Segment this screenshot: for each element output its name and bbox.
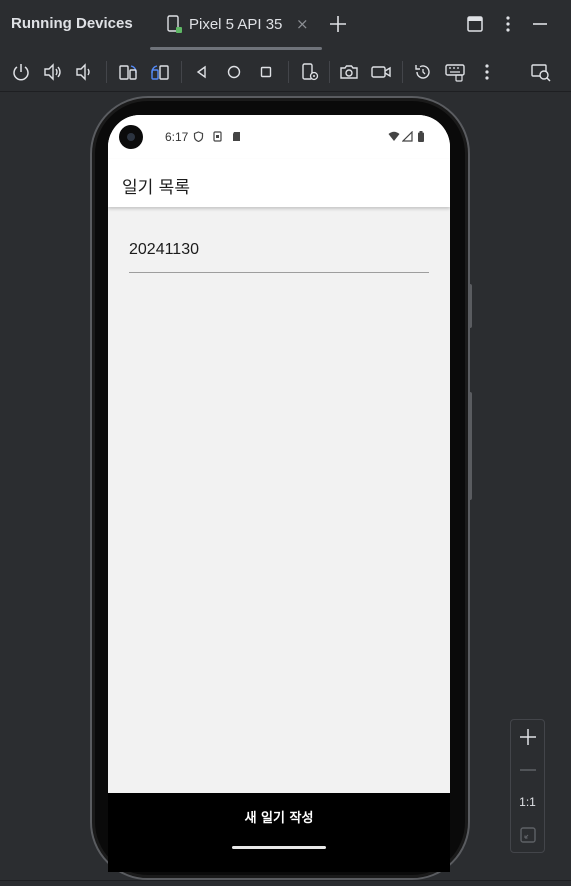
toolbar-separator <box>181 61 182 83</box>
tab-label: Pixel 5 API 35 <box>189 16 283 33</box>
add-icon[interactable] <box>328 14 348 34</box>
layout-inspector-icon[interactable] <box>530 61 552 83</box>
bottom-divider <box>0 880 571 881</box>
toolbar-separator <box>288 61 289 83</box>
power-icon[interactable] <box>10 61 32 83</box>
rotate-right-icon[interactable] <box>149 61 171 83</box>
bottom-bar: 새 일기 작성 <box>108 793 450 872</box>
list-item[interactable]: 20241130 <box>129 233 429 273</box>
diary-entry-date: 20241130 <box>129 241 199 258</box>
screen-record-icon[interactable] <box>370 61 392 83</box>
close-icon[interactable]: × <box>296 15 309 33</box>
status-bar: 6:17 <box>108 115 450 159</box>
title-bar: Running Devices Pixel 5 API 35 × <box>0 0 571 50</box>
screenshot-icon[interactable] <box>338 61 360 83</box>
page-title: 일기 목록 <box>122 178 190 198</box>
zoom-controls: 1:1 <box>510 719 545 853</box>
tool-window-title: Running Devices <box>11 15 133 32</box>
more-icon[interactable] <box>476 61 498 83</box>
fit-icon[interactable] <box>517 824 539 846</box>
zoom-out-icon[interactable] <box>517 759 539 781</box>
rotate-left-icon[interactable] <box>117 61 139 83</box>
layout-icon[interactable] <box>465 14 485 34</box>
minimize-icon[interactable] <box>530 14 550 34</box>
device-screen[interactable]: 6:17 일기 목록 20241130 새 일기 작성 <box>108 115 450 872</box>
device-power-button <box>468 284 472 328</box>
back-icon[interactable] <box>191 61 213 83</box>
reset-icon[interactable] <box>412 61 434 83</box>
overview-icon[interactable] <box>255 61 277 83</box>
volume-up-icon[interactable] <box>42 61 64 83</box>
toolbar-separator <box>329 61 330 83</box>
device-volume-button <box>468 392 472 500</box>
wifi-icon <box>388 131 400 141</box>
toolbar-separator <box>106 61 107 83</box>
tab-selected-indicator <box>150 47 322 50</box>
gesture-handle[interactable] <box>232 846 326 849</box>
home-icon[interactable] <box>223 61 245 83</box>
volume-down-icon[interactable] <box>73 61 95 83</box>
new-diary-button[interactable]: 새 일기 작성 <box>108 807 450 826</box>
device-icon <box>167 15 182 33</box>
toolbar-separator <box>402 61 403 83</box>
zoom-in-icon[interactable] <box>517 726 539 748</box>
keyboard-icon[interactable] <box>444 61 466 83</box>
battery-icon <box>418 131 424 142</box>
status-time: 6:17 <box>165 130 189 144</box>
signal-icon <box>402 131 413 142</box>
app-bar: 일기 목록 <box>108 159 450 207</box>
tab-pixel-5[interactable]: Pixel 5 API 35 × <box>150 0 322 50</box>
shield-icon <box>193 131 204 142</box>
zoom-actual-size-button[interactable]: 1:1 <box>511 795 544 809</box>
sd-card-icon <box>233 132 240 141</box>
device-settings-icon[interactable] <box>299 61 321 83</box>
more-icon[interactable] <box>498 14 518 34</box>
front-camera <box>119 125 143 149</box>
sim-icon <box>213 131 222 142</box>
device-toolbar <box>0 52 571 92</box>
